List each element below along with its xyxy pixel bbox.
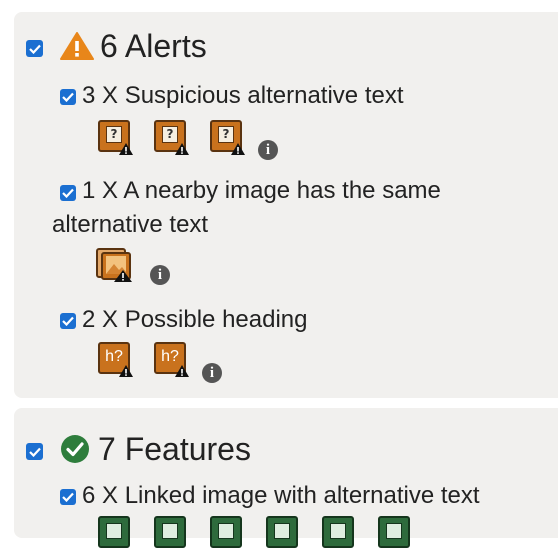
features-title: 7 Features <box>98 431 251 467</box>
possible-heading-icon[interactable]: h? <box>154 342 189 377</box>
linked-image-alt-icon[interactable] <box>154 516 186 548</box>
feature-item-linked-image-checkbox[interactable] <box>60 489 76 505</box>
alert-item-suspicious-checkbox[interactable] <box>60 89 76 105</box>
alert-item-duplicate-label-line1: 1 X A nearby image has the same <box>82 177 441 204</box>
alert-item-suspicious-label: 3 X Suspicious alternative text <box>82 82 404 109</box>
alert-item-duplicate-label-line2: alternative text <box>52 211 209 238</box>
suspicious-alt-text-icon[interactable]: ? <box>98 120 133 155</box>
possible-heading-icon[interactable]: h? <box>98 342 133 377</box>
alerts-title: 6 Alerts <box>100 28 207 64</box>
linked-image-alt-icon[interactable] <box>98 516 130 548</box>
warning-triangle-icon <box>60 31 94 61</box>
alert-item-heading-label: 2 X Possible heading <box>82 306 308 333</box>
info-icon[interactable]: i <box>150 265 170 285</box>
check-circle-icon <box>60 434 90 464</box>
linked-image-alt-icon[interactable] <box>266 516 298 548</box>
info-icon[interactable]: i <box>258 140 278 160</box>
alerts-checkbox[interactable] <box>26 40 43 57</box>
linked-image-alt-icon[interactable] <box>322 516 354 548</box>
suspicious-alt-text-icon[interactable]: ? <box>210 120 245 155</box>
duplicate-alt-text-icon[interactable] <box>96 248 134 284</box>
info-icon[interactable]: i <box>202 363 222 383</box>
linked-image-alt-icon[interactable] <box>210 516 242 548</box>
linked-image-alt-icon[interactable] <box>378 516 410 548</box>
alert-item-heading-checkbox[interactable] <box>60 313 76 329</box>
feature-item-linked-image-label: 6 X Linked image with alternative text <box>82 482 480 509</box>
alert-item-duplicate-checkbox[interactable] <box>60 185 76 201</box>
suspicious-alt-text-icon[interactable]: ? <box>154 120 189 155</box>
features-checkbox[interactable] <box>26 443 43 460</box>
